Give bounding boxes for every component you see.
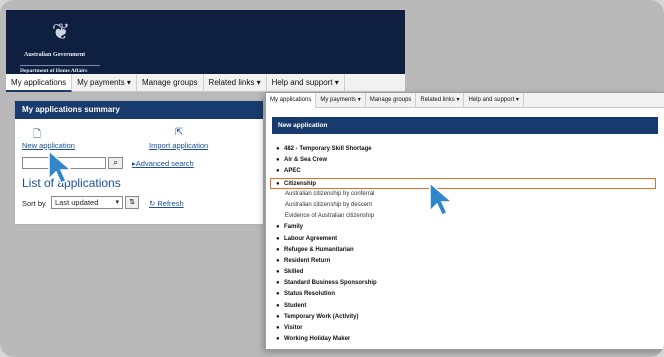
expand-icon: ● [276,269,280,276]
import-icon[interactable]: ⇱ [175,127,183,138]
item-label: Labour Agreement [284,235,338,242]
list-item-family[interactable]: ● Family [276,222,656,233]
search-button[interactable]: ⌕ [108,157,123,169]
item-label: Citizenship [284,180,317,187]
item-label: Temporary Work (Activity) [284,313,359,320]
item-label: APEC [284,168,301,175]
nav-related-links[interactable]: Related links ▾ [204,73,267,92]
expand-icon: ● [276,280,280,287]
list-item-standard-business[interactable]: ● Standard Business Sponsorship [276,278,656,289]
list-item-resident-return[interactable]: ● Resident Return [276,256,656,267]
list-item-apec[interactable]: ● APEC [276,166,656,177]
coat-of-arms-icon: ❦ [51,19,71,44]
item-label: 482 - Temporary Skill Shortage [284,146,372,152]
new-application-window: My applications My payments ▾ Manage gro… [265,92,664,350]
expand-icon: ● [276,325,280,331]
list-item-labour-agreement[interactable]: ● Labour Agreement [276,234,656,245]
import-application-link[interactable]: Import application [149,141,208,150]
government-header: ❦ Australian Government Department of Ho… [6,10,405,74]
sort-select[interactable]: Last updated ▾ [51,196,123,209]
screenshot-frame: ❦ Australian Government Department of Ho… [0,0,664,357]
nav-help-and-support[interactable]: Help and support ▾ [464,92,524,108]
item-label: Resident Return [284,257,331,264]
sort-icon: ⇅ [129,199,135,206]
expand-icon: ● [276,168,280,175]
advanced-search-label: Advanced search [135,159,194,168]
list-item-student[interactable]: ● Student [276,301,656,312]
sort-value: Last updated [55,198,99,207]
nav-manage-groups[interactable]: Manage groups [366,92,417,108]
expand-icon: ● [276,336,280,343]
list-item-temporary-work[interactable]: ● Temporary Work (Activity) [276,312,656,323]
list-item-citizenship[interactable]: ● Citizenship [270,177,656,189]
item-label: Visitor [284,325,303,331]
list-item-air-sea-crew[interactable]: ● Air & Sea Crew [276,155,656,166]
pointer-cursor-icon [48,149,74,184]
applications-summary-panel: My applications summary 🗋 New applicatio… [14,100,264,225]
list-item-status-resolution[interactable]: ● Status Resolution [276,289,656,300]
expand-icon: ● [276,302,280,309]
nav-manage-groups[interactable]: Manage groups [137,73,204,92]
item-label: Skilled [284,269,304,276]
refresh-link[interactable]: ↻ Refresh [149,199,184,208]
collapse-icon: ● [276,180,280,187]
list-item-482[interactable]: ● 482 - Temporary Skill Shortage [276,144,656,155]
advanced-search-link[interactable]: ▸Advanced search [132,159,194,168]
nav-related-links[interactable]: Related links ▾ [416,92,465,108]
new-application-title: New application [272,117,658,134]
expand-icon: ● [276,291,280,298]
nav-my-applications[interactable]: My applications [266,92,317,108]
list-item-skilled[interactable]: ● Skilled [276,267,656,278]
expand-icon: ● [276,313,280,320]
item-label: Air & Sea Crew [284,157,328,164]
main-nav: My applications My payments ▾ Manage gro… [6,73,405,92]
list-item-citizenship-descent[interactable]: Australian citizenship by descent [276,200,656,211]
nav-my-payments[interactable]: My payments ▾ [316,92,366,108]
sort-order-button[interactable]: ⇅ [125,196,139,209]
list-item-citizenship-conferral[interactable]: Australian citizenship by conferral [276,189,656,200]
expand-icon: ● [276,235,280,242]
list-item-refugee[interactable]: ● Refugee & Humanitarian [276,245,656,256]
sort-label: Sort by [22,199,46,208]
refresh-label: Refresh [157,199,184,208]
front-nav: My applications My payments ▾ Manage gro… [266,92,664,108]
expand-icon: ● [276,224,280,231]
nav-my-applications[interactable]: My applications [6,73,73,92]
nav-my-payments[interactable]: My payments ▾ [72,73,137,92]
list-item-working-holiday[interactable]: ● Working Holiday Maker [276,334,656,345]
expand-icon: ● [276,146,280,152]
application-type-list: ● 482 - Temporary Skill Shortage ● Air & S… [270,144,656,345]
item-label: Refugee & Humanitarian [284,246,354,253]
expand-icon: ● [276,246,280,253]
pointer-cursor-icon [429,181,455,216]
government-name: Australian Government [24,52,86,58]
nav-help-and-support[interactable]: Help and support ▾ [267,73,345,92]
list-item-visitor[interactable]: ● Visitor [276,323,656,334]
item-label: Family [284,224,304,231]
item-label: Working Holiday Maker [284,336,351,343]
chevron-down-icon: ▾ [115,199,119,206]
list-item-evidence-citizenship[interactable]: Evidence of Australian citizenship [276,211,656,222]
expand-icon: ● [276,257,280,264]
expand-icon: ● [276,157,280,164]
item-label: Status Resolution [284,291,336,298]
item-label: Standard Business Sponsorship [284,280,377,287]
search-icon: ⌕ [113,158,118,167]
summary-title: My applications summary [15,101,263,119]
item-label: Student [284,302,307,309]
refresh-icon: ↻ [149,199,156,208]
